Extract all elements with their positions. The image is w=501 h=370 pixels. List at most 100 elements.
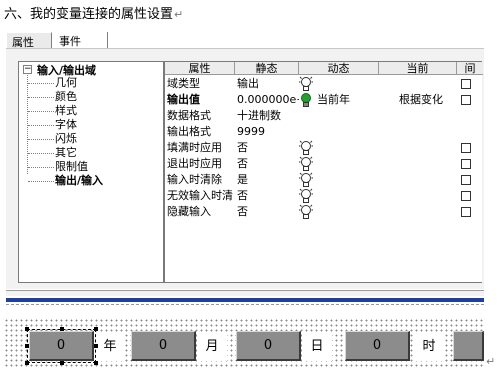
property-row[interactable]: 输出值 0.000000e+ 当前年 根据变化 [165, 92, 483, 108]
tree-item-label: 字体 [55, 118, 77, 131]
property-name: 域类型 [167, 77, 200, 90]
static-value[interactable]: 否 [237, 140, 299, 156]
tree-collapse-icon[interactable]: − [23, 65, 32, 74]
tree-item[interactable]: 字体 [28, 118, 77, 132]
property-name: 退出时应用 [167, 157, 222, 170]
lightbulb-icon[interactable] [299, 172, 315, 188]
io-field-hour[interactable]: 0 [345, 331, 410, 361]
grid-header: 属性 静态 动态 当前 间 [165, 62, 483, 75]
interval-checkbox[interactable] [461, 207, 471, 217]
property-name: 输入时清除 [167, 173, 222, 186]
property-name: 无效输入时清 [167, 189, 233, 202]
tree-connector [28, 111, 54, 112]
label-day: 日 [302, 333, 332, 361]
static-value[interactable]: 十进制数 [237, 108, 299, 124]
document-heading: 六、我的变量连接的属性设置↵ [4, 3, 183, 22]
object-tree: − 输入/输出域 几何 颜色 样式 字体 闪烁 其它 限制值 输出/输入 [18, 61, 164, 283]
col-header-current[interactable]: 当前 [379, 62, 457, 75]
tree-item[interactable]: 几何 [28, 76, 77, 90]
label-hour: 时 [414, 333, 444, 361]
lightbulb-icon[interactable] [299, 76, 315, 92]
tree-item[interactable]: 输出/输入 [28, 174, 104, 188]
property-name: 填满时应用 [167, 141, 222, 154]
property-name: 数据格式 [167, 109, 211, 122]
property-row[interactable]: 输入时清除 是 [165, 172, 483, 188]
tab-events[interactable]: 事件 [54, 32, 108, 48]
tree-connector [28, 153, 54, 154]
static-value[interactable]: 输出 [237, 76, 299, 92]
current-value[interactable]: 根据变化 [399, 92, 459, 108]
resize-handle-top-right[interactable] [94, 327, 98, 331]
static-value[interactable]: 否 [237, 156, 299, 172]
lightbulb-icon[interactable] [299, 156, 315, 172]
property-name: 输出格式 [167, 125, 211, 138]
tree-item[interactable]: 样式 [28, 104, 77, 118]
resize-handle-left[interactable] [25, 344, 29, 348]
tree-connector [28, 167, 54, 168]
paragraph-mark-icon: ↵ [174, 8, 184, 21]
property-row[interactable]: 输出格式 9999 [165, 124, 483, 140]
tree-item-label: 几何 [55, 76, 77, 89]
screen-title-bar [6, 298, 484, 302]
tree-item[interactable]: 限制值 [28, 160, 88, 174]
tree-item[interactable]: 闪烁 [28, 132, 77, 146]
lightbulb-icon[interactable] [299, 140, 315, 156]
property-row[interactable]: 数据格式 十进制数 [165, 108, 483, 124]
tree-item-label: 限制值 [55, 160, 88, 173]
tab-properties[interactable]: 属性 [6, 32, 52, 49]
col-header-dynamic[interactable]: 动态 [299, 62, 379, 75]
property-grid: 属性 静态 动态 当前 间 域类型 输出 输出值 0.000000e+ 当前年 根据变化数… [164, 61, 483, 283]
tree-item-label: 颜色 [55, 90, 77, 103]
static-value[interactable]: 否 [237, 188, 299, 204]
property-row[interactable]: 退出时应用 否 [165, 156, 483, 172]
resize-handle-top[interactable] [60, 327, 64, 331]
resize-handle-bottom-right[interactable] [94, 361, 98, 365]
resize-handle-bottom[interactable] [60, 361, 64, 365]
resize-handle-bottom-left[interactable] [25, 361, 29, 365]
tree-item-label: 闪烁 [55, 132, 77, 145]
property-name: 输出值 [167, 93, 200, 106]
tree-connector [28, 125, 54, 126]
tab-bar: 属性 事件 [6, 32, 486, 49]
heading-text: 六、我的变量连接的属性设置 [4, 7, 174, 22]
col-header-property[interactable]: 属性 [165, 62, 235, 75]
static-value[interactable]: 9999 [237, 124, 299, 140]
col-header-interval[interactable]: 间 [457, 62, 483, 75]
interval-checkbox[interactable] [461, 191, 471, 201]
property-name: 隐藏输入 [167, 205, 211, 218]
property-row[interactable]: 隐藏输入 否 [165, 204, 483, 220]
label-month: 月 [197, 333, 227, 361]
col-header-static[interactable]: 静态 [235, 62, 299, 75]
paragraph-mark-icon: ↵ [486, 355, 496, 368]
interval-checkbox[interactable] [461, 79, 471, 89]
interval-checkbox[interactable] [461, 143, 471, 153]
io-field-month[interactable]: 0 [131, 331, 196, 361]
tree-connector [28, 97, 54, 98]
tree-connector [28, 139, 54, 140]
static-value[interactable]: 是 [237, 172, 299, 188]
io-field-day[interactable]: 0 [236, 331, 301, 361]
tree-connector [28, 181, 54, 182]
label-year: 年 [95, 333, 125, 361]
panel-bottom-frame [6, 290, 484, 296]
tree-item-label: 样式 [55, 104, 77, 117]
static-value[interactable]: 0.000000e+ [237, 92, 299, 108]
resize-handle-right[interactable] [94, 344, 98, 348]
lightbulb-icon[interactable] [299, 188, 315, 204]
io-field-partial[interactable] [453, 331, 484, 361]
static-value[interactable]: 否 [237, 204, 299, 220]
interval-checkbox[interactable] [461, 95, 471, 105]
tree-item[interactable]: 颜色 [28, 90, 77, 104]
property-row[interactable]: 无效输入时清否 [165, 188, 483, 204]
property-row[interactable]: 域类型 输出 [165, 76, 483, 92]
lightbulb-icon[interactable] [299, 204, 315, 220]
interval-checkbox[interactable] [461, 175, 471, 185]
resize-handle-top-left[interactable] [25, 327, 29, 331]
tree-item[interactable]: 其它 [28, 146, 77, 160]
interval-checkbox[interactable] [461, 159, 471, 169]
dynamic-value[interactable]: 当前年 [317, 92, 377, 108]
selection-outline [27, 329, 96, 363]
tree-item-label: 输出/输入 [55, 174, 104, 187]
lightbulb-on-icon[interactable] [299, 92, 315, 108]
property-row[interactable]: 填满时应用 否 [165, 140, 483, 156]
